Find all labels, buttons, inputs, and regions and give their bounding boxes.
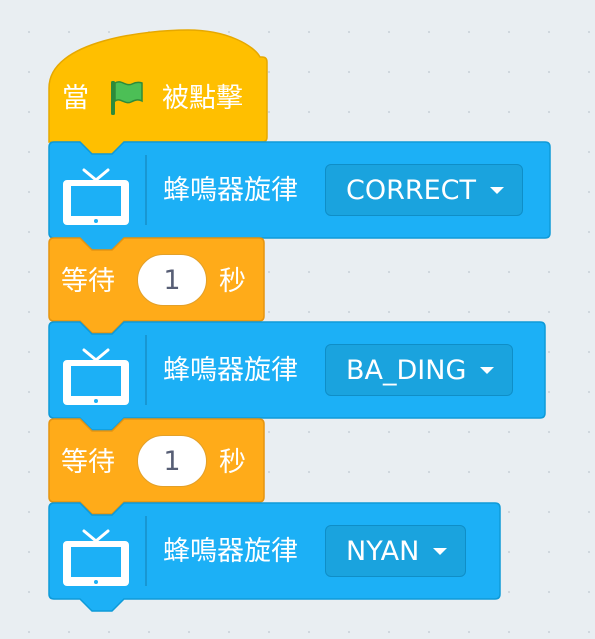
chevron-down-icon (433, 547, 448, 555)
wait-suffix-text: 秒 (219, 266, 246, 297)
buzzer-melody-block[interactable]: 蜂鳴器旋律 CORRECT (48, 141, 552, 251)
tv-icon (63, 529, 129, 586)
tv-icon (63, 168, 129, 225)
wait-suffix-text: 秒 (219, 447, 246, 478)
buzzer-melody-label: 蜂鳴器旋律 (163, 536, 298, 567)
buzzer-melody-block[interactable]: 蜂鳴器旋律 BA_DING (48, 321, 547, 431)
wait-prefix-text: 等待 (61, 266, 115, 297)
melody-dropdown-value: NYAN (346, 535, 420, 567)
wait-seconds-input[interactable]: 1 (137, 254, 207, 306)
tv-icon (63, 348, 129, 405)
buzzer-melody-block[interactable]: 蜂鳴器旋律 NYAN (48, 502, 502, 612)
green-flag-icon (111, 81, 143, 115)
wait-seconds-input[interactable]: 1 (137, 435, 207, 487)
buzzer-melody-label: 蜂鳴器旋律 (163, 175, 298, 206)
wait-block[interactable]: 等待 1 秒 (48, 418, 266, 515)
block-separator (145, 516, 147, 586)
wait-seconds-value: 1 (163, 445, 181, 477)
block-separator (145, 335, 147, 405)
when-flag-clicked-block[interactable]: 當 被點擊 (48, 29, 268, 155)
hat-prefix-text: 當 (62, 83, 89, 114)
hat-suffix-text: 被點擊 (162, 83, 243, 114)
buzzer-melody-label: 蜂鳴器旋律 (163, 355, 298, 386)
melody-dropdown[interactable]: NYAN (325, 525, 467, 577)
melody-dropdown[interactable]: BA_DING (325, 344, 514, 396)
chevron-down-icon (490, 186, 505, 194)
wait-seconds-value: 1 (163, 264, 181, 296)
wait-prefix-text: 等待 (61, 447, 115, 478)
block-separator (145, 155, 147, 225)
melody-dropdown-value: BA_DING (346, 354, 467, 386)
melody-dropdown-value: CORRECT (346, 174, 477, 206)
melody-dropdown[interactable]: CORRECT (325, 164, 524, 216)
chevron-down-icon (480, 366, 495, 374)
wait-block[interactable]: 等待 1 秒 (48, 237, 266, 334)
